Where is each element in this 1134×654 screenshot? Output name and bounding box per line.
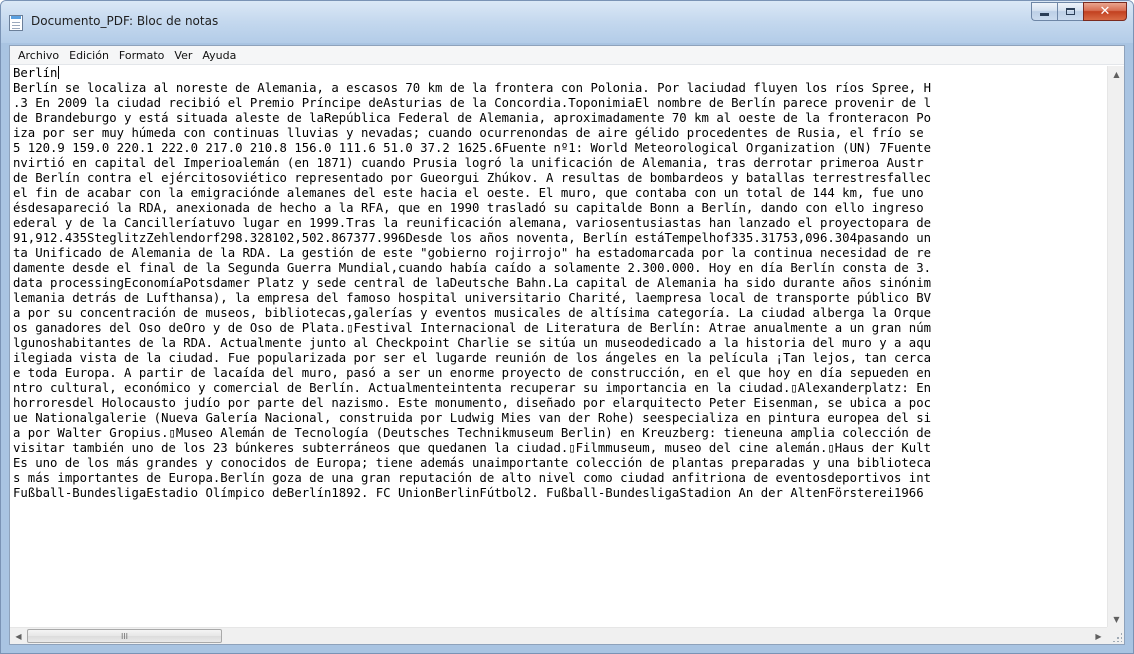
text-line: data processingEconomíaPotsdamer Platz y… — [13, 276, 932, 290]
vertical-scrollbar[interactable]: ▲ ▼ — [1107, 66, 1124, 627]
scroll-left-arrow-icon[interactable]: ◀ — [10, 628, 27, 644]
text-line: el fin de acabar con la emigraciónde ale… — [13, 186, 924, 200]
text-line: damente desde el final de la Segunda Gue… — [13, 261, 932, 275]
text-line: 5 120.9 159.0 220.1 222.0 217.0 210.8 15… — [13, 141, 932, 155]
menu-formato[interactable]: Formato — [114, 46, 170, 65]
menu-ayuda[interactable]: Ayuda — [197, 46, 241, 65]
close-icon: ✕ — [1099, 4, 1111, 19]
text-line: ta Unificado de Alemania de la RDA. La g… — [13, 246, 932, 260]
text-line: a por Walter Gropius.▯Museo Alemán de Te… — [13, 426, 932, 440]
text-line: lemania detrás de Lufthansa), la empresa… — [13, 291, 932, 305]
text-line: a por su concentración de museos, biblio… — [13, 306, 932, 320]
text-line: Fußball-BundesligaEstadio Olímpico deBer… — [13, 486, 924, 500]
resize-grip-icon — [1112, 632, 1122, 642]
text-line: 91,912.435SteglitzZehlendorf298.328102,5… — [13, 231, 932, 245]
notepad-window: Documento_PDF: Bloc de notas ✕ Archivo E… — [0, 0, 1134, 654]
horizontal-scroll-thumb[interactable]: III — [27, 629, 222, 643]
notepad-icon[interactable] — [9, 15, 23, 31]
text-line: visitar también uno de los 23 búnkeres s… — [13, 441, 932, 455]
text-line: Berlín se localiza al noreste de Alemani… — [13, 81, 932, 95]
horizontal-scrollbar[interactable]: ◀ III ▶ — [10, 627, 1107, 644]
text-line: horroresdel Holocausto judío por parte d… — [13, 396, 932, 410]
maximize-icon — [1066, 8, 1075, 15]
text-line: ederal y de la Cancilleríatuvo lugar en … — [13, 216, 932, 230]
text-line: iza por ser muy húmeda con continuas llu… — [13, 126, 924, 140]
maximize-button[interactable] — [1057, 2, 1083, 21]
text-line: de Berlín contra el ejércitosoviético re… — [13, 171, 932, 185]
title-bar[interactable]: Documento_PDF: Bloc de notas ✕ — [1, 1, 1133, 43]
text-line: de Brandeburgo y está situada aleste de … — [13, 111, 932, 125]
close-button[interactable]: ✕ — [1083, 2, 1127, 21]
text-line: s más importantes de Europa.Berlín goza … — [13, 471, 932, 485]
text-line: ntro cultural, económico y comercial de … — [13, 381, 932, 395]
text-line: e toda Europa. A partir de lacaída del m… — [13, 366, 932, 380]
menu-archivo[interactable]: Archivo — [13, 46, 64, 65]
text-line: os ganadores del Oso deOro y de Oso de P… — [13, 321, 932, 335]
text-line: nvirtió en capital del Imperioalemán (en… — [13, 156, 924, 170]
text-line: ésdesapareció la RDA, anexionada de hech… — [13, 201, 924, 215]
scroll-up-arrow-icon[interactable]: ▲ — [1108, 66, 1125, 82]
text-line: Berlín — [13, 66, 60, 80]
thumb-grip-icon: III — [120, 631, 129, 641]
minimize-button[interactable] — [1031, 2, 1057, 21]
menu-edicion[interactable]: Edición — [64, 46, 114, 65]
text-caret — [58, 66, 60, 79]
caption-buttons: ✕ — [1031, 2, 1127, 22]
client-area: Archivo Edición Formato Ver Ayuda Berlín… — [9, 45, 1125, 645]
menu-bar: Archivo Edición Formato Ver Ayuda — [10, 46, 1124, 65]
scroll-down-arrow-icon[interactable]: ▼ — [1108, 611, 1125, 627]
minimize-icon — [1040, 13, 1049, 16]
text-line: ilegiada vista de la ciudad. Fue popular… — [13, 351, 932, 365]
text-line: Es uno de los más grandes y conocidos de… — [13, 456, 932, 470]
window-title: Documento_PDF: Bloc de notas — [31, 14, 219, 28]
text-line: lgunoshabitantes de la RDA. Actualmente … — [13, 336, 932, 350]
text-line: ue Nationalgalerie (Nueva Galería Nacion… — [13, 411, 932, 425]
text-line: .3 En 2009 la ciudad recibió el Premio P… — [13, 96, 932, 110]
menu-ver[interactable]: Ver — [169, 46, 197, 65]
size-grip[interactable] — [1107, 627, 1124, 644]
scroll-right-arrow-icon[interactable]: ▶ — [1090, 628, 1107, 644]
text-editor[interactable]: Berlín Berlín se localiza al noreste de A… — [10, 66, 1107, 627]
